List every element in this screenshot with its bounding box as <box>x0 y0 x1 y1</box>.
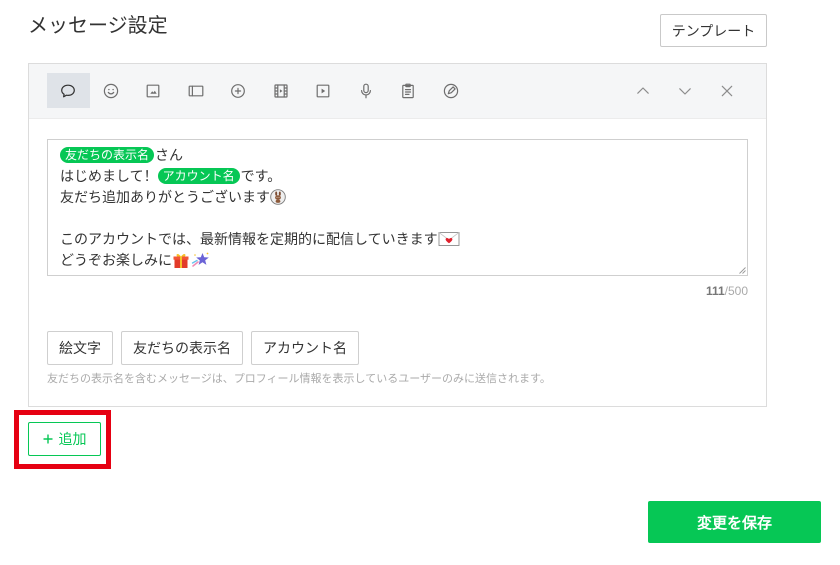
speech-bubble-icon <box>61 84 76 97</box>
message-controls <box>622 73 748 108</box>
chevron-up-icon <box>637 86 649 94</box>
message-textarea[interactable]: 友だちの表示名 さん はじめまして！ アカウント名 です。 友だち追加ありがとうござい… <box>47 139 748 276</box>
card-message-tool[interactable] <box>430 73 473 108</box>
message-line: このアカウントでは、最新情報を定期的に配信していきます <box>60 229 735 250</box>
close-icon <box>721 85 733 96</box>
ticket-icon <box>188 85 204 96</box>
friend-name-note: 友だちの表示名を含むメッセージは、プロフィール情報を表示しているユーザーのみに送… <box>47 373 551 385</box>
image-tool[interactable] <box>132 73 175 108</box>
sticker-tool[interactable] <box>90 73 133 108</box>
chevron-down-icon <box>679 87 691 95</box>
text-message-tool[interactable] <box>47 73 90 108</box>
coupon-tool[interactable] <box>175 73 218 108</box>
message-type-toolbar <box>29 64 766 119</box>
message-text: どうぞお楽しみに <box>60 252 172 268</box>
resize-handle[interactable] <box>738 266 746 274</box>
message-text: です。 <box>240 168 282 184</box>
message-paragraph: 友だちの表示名 さん はじめまして！ アカウント名 です。 友だち追加ありがとうござい… <box>60 145 735 208</box>
insert-friend-name-button[interactable]: 友だちの表示名 <box>121 331 243 365</box>
voice-message-tool[interactable] <box>345 73 388 108</box>
character-count: 111 <box>705 284 725 298</box>
plus-circle-icon <box>231 83 246 98</box>
image-icon <box>146 84 160 97</box>
video-tool[interactable] <box>302 73 345 108</box>
insert-buttons: 絵文字 友だちの表示名 アカウント名 <box>47 331 359 365</box>
delete-message-button[interactable] <box>706 73 748 108</box>
message-line: はじめまして！ アカウント名 です。 <box>60 166 735 187</box>
gift-icon <box>173 254 189 269</box>
character-limit: /500 <box>724 284 748 298</box>
research-tool[interactable] <box>387 73 430 108</box>
message-line: 友だちの表示名 さん <box>60 145 735 166</box>
page-title: メッセージ設定 <box>28 15 168 37</box>
message-text: はじめまして！ <box>60 168 158 184</box>
add-message-button[interactable]: 追加 <box>28 422 101 456</box>
add-button-label: 追加 <box>58 431 87 447</box>
rich-message-tool[interactable] <box>217 73 260 108</box>
sparkle-star-icon <box>191 252 209 268</box>
insert-account-name-button[interactable]: アカウント名 <box>251 331 359 365</box>
rich-video-tool[interactable] <box>260 73 303 108</box>
save-changes-button[interactable]: 変更を保存 <box>648 501 821 543</box>
message-type-tools <box>47 73 472 108</box>
plus-icon <box>43 434 52 444</box>
insert-emoji-button[interactable]: 絵文字 <box>47 331 113 365</box>
template-button[interactable]: テンプレート <box>660 14 767 47</box>
message-text: このアカウントでは、最新情報を定期的に配信していきます <box>60 231 438 247</box>
envelope-heart-icon <box>438 232 460 247</box>
message-editor-panel: 友だちの表示名 さん はじめまして！ アカウント名 です。 友だち追加ありがとうござい… <box>28 63 767 407</box>
smiley-icon <box>103 83 118 98</box>
message-text: 友だち追加ありがとうございます <box>60 189 270 205</box>
film-strip-icon <box>274 83 288 98</box>
character-counter: 111/500 <box>706 283 748 299</box>
message-paragraph: このアカウントでは、最新情報を定期的に配信していきます どうぞお楽しみに <box>60 229 735 271</box>
move-down-button[interactable] <box>664 73 706 108</box>
message-line: どうぞお楽しみに <box>60 250 735 271</box>
message-text: さん <box>155 147 184 163</box>
clipboard-icon <box>402 83 415 98</box>
account-name-token: アカウント名 <box>157 168 240 185</box>
bunny-emoji-icon <box>270 189 286 206</box>
pen-circle-icon <box>443 83 458 98</box>
message-line: 友だち追加ありがとうございます <box>60 187 735 208</box>
friend-name-token: 友だちの表示名 <box>60 147 155 164</box>
microphone-icon <box>360 83 371 98</box>
play-square-icon <box>316 84 330 97</box>
move-up-button[interactable] <box>622 73 664 108</box>
